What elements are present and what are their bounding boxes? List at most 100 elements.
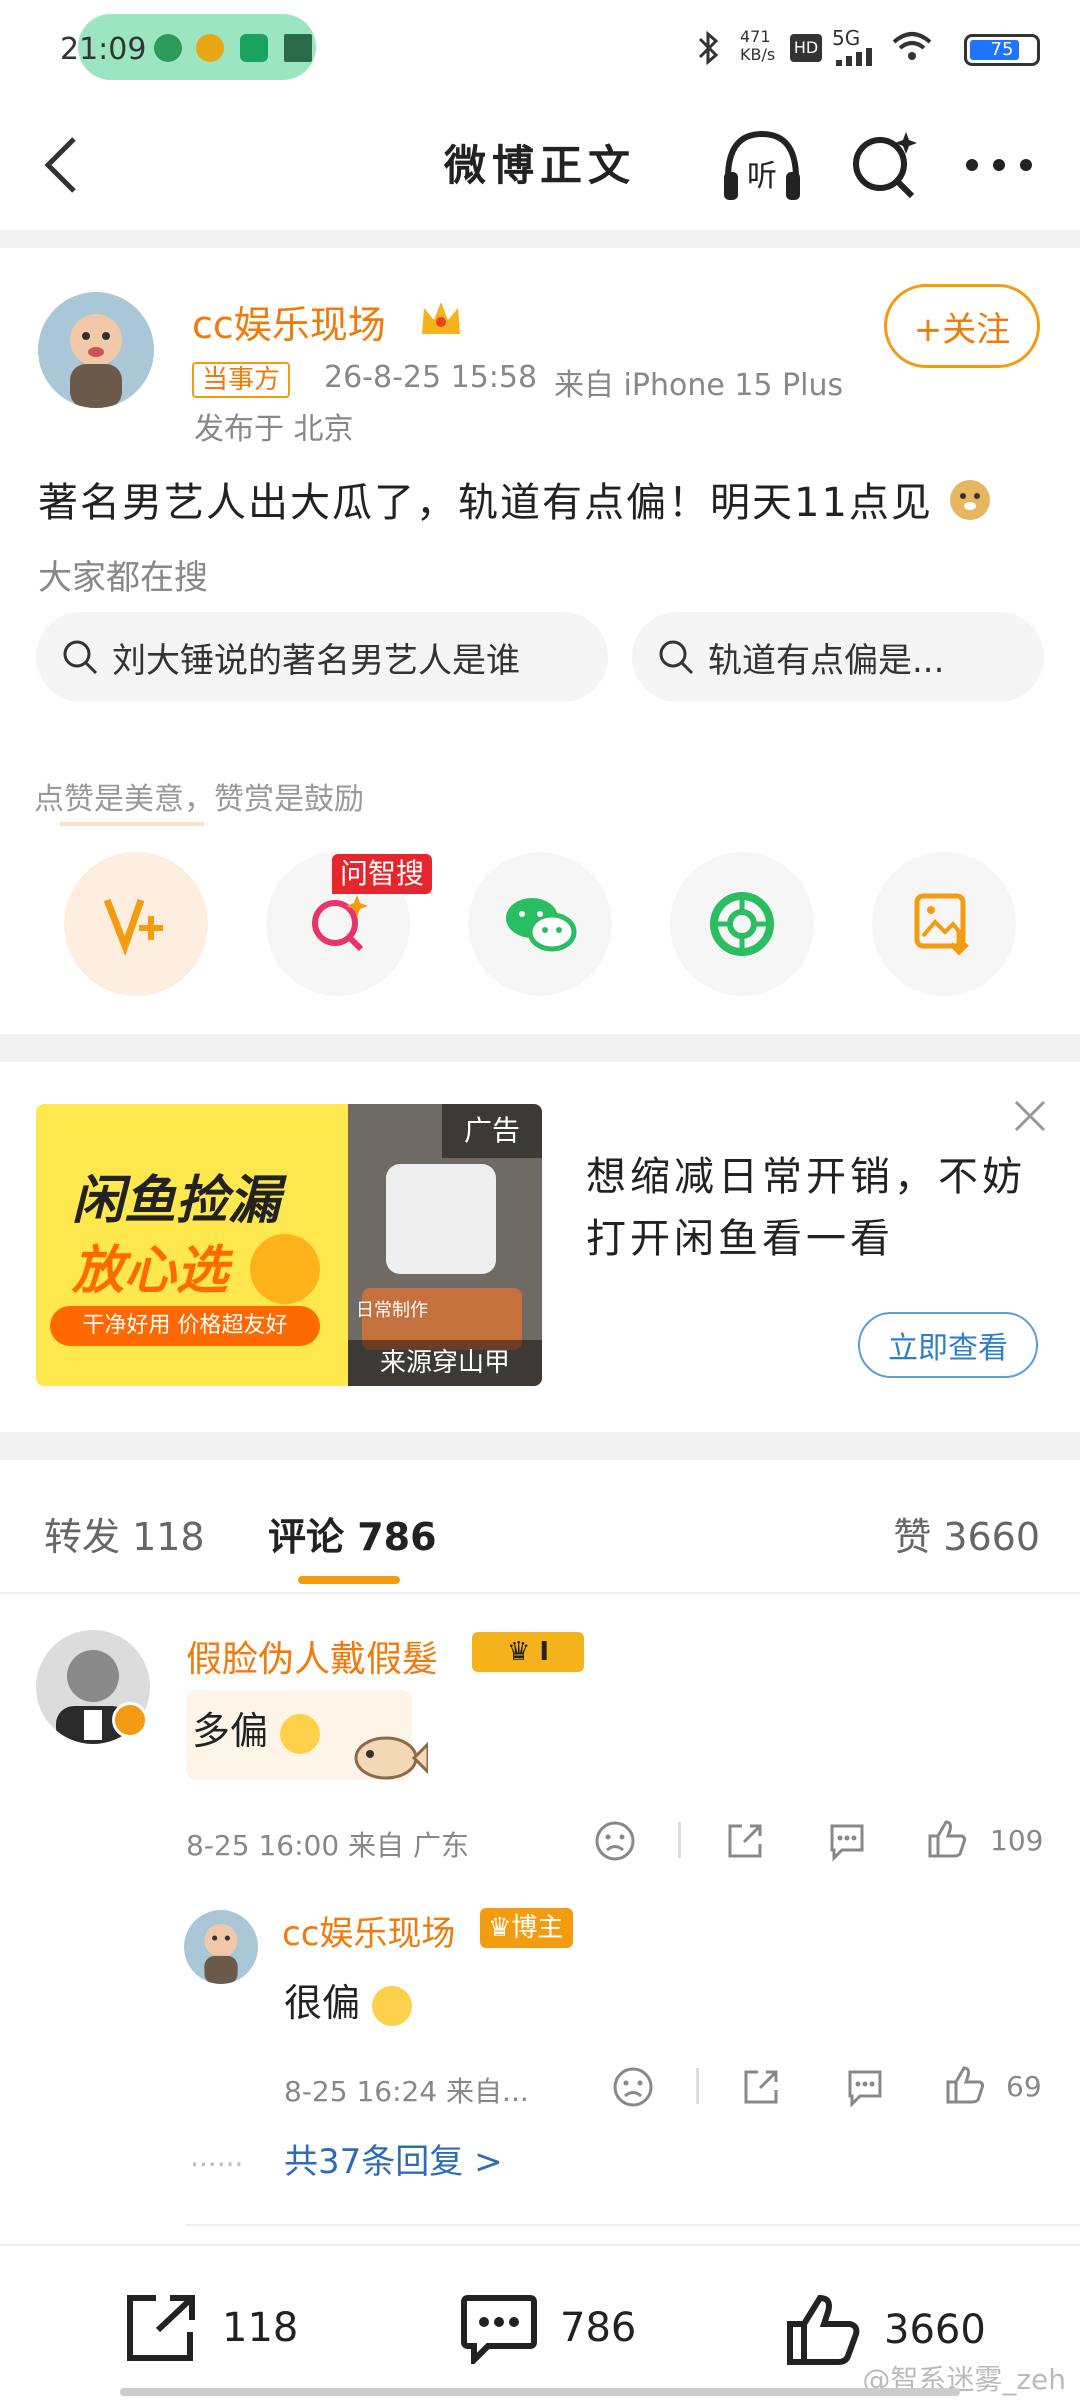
ad-text: 想缩减日常开销，不妨打开闲鱼看一看 [586,1154,1026,1262]
air-fryer-image [386,1164,496,1274]
search-chip-1[interactable]: 刘大锤说的著名男艺人是谁 [36,612,608,702]
smile-emoji-icon [280,1713,321,1754]
ad-badge: 广告 [442,1104,542,1158]
post-location: 发布于 北京 [194,412,354,447]
bottom-comment-button[interactable]: 786 [460,2292,636,2364]
reply-share-button[interactable] [738,2064,784,2110]
more-button[interactable] [962,140,1036,190]
reward-button[interactable] [64,852,208,996]
hd-icon: HD [790,34,822,62]
wechat-share-button[interactable] [468,852,612,996]
ask-search-badge: 问智搜 [332,854,433,894]
bluetooth-icon [692,30,724,72]
comment-text: 多偏 [192,1700,321,1755]
author-name[interactable]: cc娱乐现场 [192,294,386,349]
status-time: 21:09 [60,32,147,67]
reply-meta: 8-25 16:24 来自... [284,2075,529,2108]
bottom-like-count: 3660 [884,2307,986,2353]
more-dots-icon [966,159,1032,171]
ad-close-button[interactable] [1010,1096,1050,1136]
ad-caption: 日常制作 [356,1300,428,1321]
search-icon [63,640,98,675]
verified-badge-icon [112,1702,148,1738]
crown-icon: ♛ [488,1913,512,1943]
comment-meta: 8-25 16:00 来自 广东 [186,1829,469,1862]
comment-icon [848,2070,882,2108]
more-replies-link[interactable]: 共37条回复 > [284,2134,503,2183]
divider [678,1822,681,1858]
headphones-icon: 听 [724,130,800,200]
thumbs-up-icon [787,2294,860,2365]
tab-comments[interactable]: 评论 786 [268,1506,437,1561]
app-icon [240,34,268,62]
close-icon [1014,1100,1046,1132]
bottom-repost-button[interactable]: 118 [124,2292,298,2364]
tabs-divider [0,1592,1080,1594]
tab-repost[interactable]: 转发 118 [44,1506,205,1561]
search-icon [659,640,694,675]
ad-slogan: 干净好用 价格超友好 [50,1306,320,1346]
comment-divider [186,2224,1080,2226]
separator [0,1432,1080,1460]
moments-share-button[interactable] [670,852,814,996]
crown-icon [418,296,464,344]
trending-label: 大家都在搜 [38,558,208,598]
comment-icon [830,1824,864,1862]
globe-icon [154,34,182,62]
reply-reply-button[interactable] [842,2064,888,2110]
tag-badge: 当事方 [192,362,291,398]
reply-author-name[interactable]: cc娱乐现场 [282,1906,455,1955]
image-download-icon [914,893,969,956]
battery-icon: 75 [964,34,1040,66]
share-icon [728,1824,762,1858]
divider [696,2068,699,2104]
commenter-name[interactable]: 假脸伪人戴假髮 [186,1630,438,1682]
author-avatar[interactable] [38,292,154,408]
separator [0,1034,1080,1062]
like-button[interactable] [924,1816,970,1862]
more-dots: ...... [190,2140,244,2173]
ad-view-button[interactable]: 立即查看 [858,1312,1038,1378]
crown-icon: ♛ [506,1637,531,1667]
reply-button[interactable] [824,1818,870,1864]
weibo-icon [196,34,224,62]
ad-source: 来源穿山甲 [348,1340,542,1386]
reply-text: 很偏 [284,1972,413,2027]
search-spark-icon [853,132,917,199]
search-chip-2[interactable]: 轨道有点偏是... [632,612,1044,702]
reply-like-button[interactable] [942,2062,988,2108]
tab-likes[interactable]: 赞 3660 [893,1506,1040,1561]
post-timestamp: 26-8-25 15:58 [324,360,538,395]
wifi-icon [892,30,932,66]
wechat-icon [506,898,577,952]
separator [0,230,1080,248]
fish-sticker-icon [350,1728,430,1792]
repost-icon [127,2295,195,2361]
smile-emoji-icon [372,1985,413,2026]
ai-search-icon [312,895,368,952]
ad-banner[interactable]: 闲鱼捡漏 放心选 干净好用 价格超友好 日常制作 广告 来源穿山甲 [36,1104,542,1386]
bottom-comment-count: 786 [560,2305,637,2351]
reply-avatar[interactable] [184,1910,258,1984]
svg-text:听: 听 [747,159,777,194]
reply-dislike-button[interactable] [610,2064,656,2110]
tab-indicator [298,1576,400,1584]
bottom-like-button[interactable]: 3660 [784,2292,986,2368]
dislike-button[interactable] [592,1818,638,1864]
home-indicator[interactable] [120,2388,960,2396]
save-image-button[interactable] [872,852,1016,996]
follow-button[interactable]: +关注 [884,284,1040,368]
post-text: 著名男艺人出大瓜了，轨道有点偏！明天11点见 [38,470,992,532]
frown-icon [595,1821,635,1861]
ad-banner-title-2: 放心选 [72,1241,229,1301]
signal-label: 5G [832,26,861,50]
reward-hint: 点赞是美意，赞赏是鼓励 [34,782,364,817]
app-icon-2 [284,34,312,62]
listen-button[interactable]: 听 [720,128,804,204]
post-source: 来自 iPhone 15 Plus [554,368,844,403]
network-speed: 471 KB/s [740,27,776,64]
hint-underline [60,822,204,826]
frown-icon [613,2067,653,2107]
search-button[interactable] [848,128,920,200]
share-button[interactable] [722,1818,768,1864]
